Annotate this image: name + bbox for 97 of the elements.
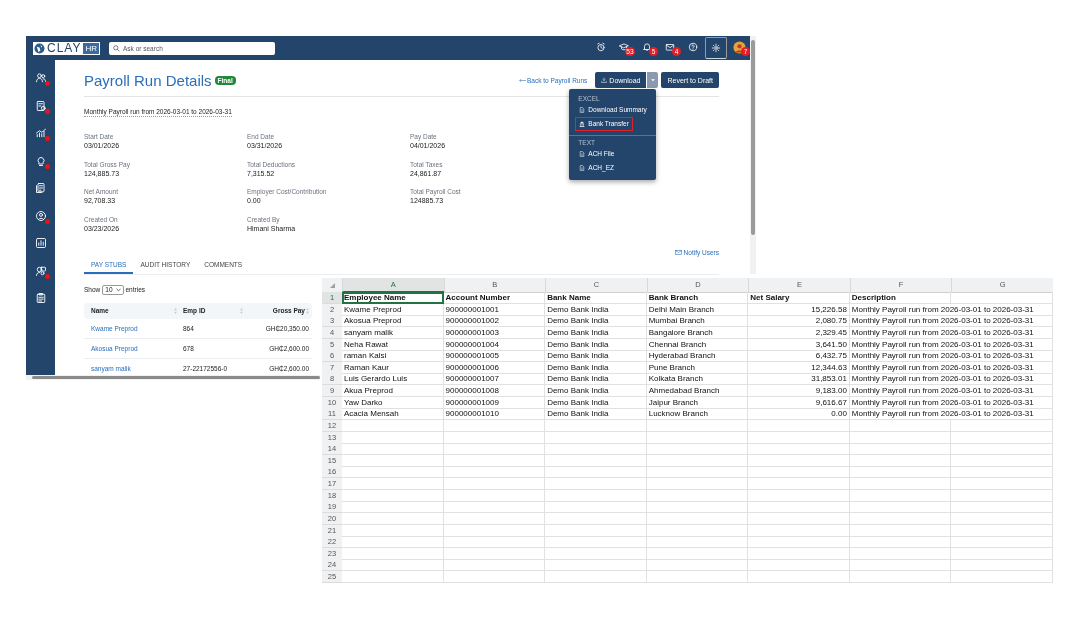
sheet-cell: Kolkata Branch: [646, 373, 749, 386]
sheet-cell: 900000001008: [443, 385, 546, 397]
mail-icon: [665, 42, 675, 52]
clipboard-icon: [34, 292, 47, 304]
sheet-cell: Akosua Preprod: [342, 315, 444, 328]
sheet-cell: 900000001009: [443, 396, 546, 409]
arrow-left-icon: [519, 77, 526, 83]
chart-icon: [34, 127, 47, 139]
sheet-cell: Net Salary: [748, 292, 850, 304]
sheet-cell: 15,226.58: [748, 303, 850, 316]
sheet-cell: Hyderabad Branch: [646, 350, 749, 363]
sheet-cell: Demo Bank India: [545, 408, 647, 421]
help-icon: [688, 42, 698, 52]
sheet-cell: Mumbai Branch: [646, 315, 749, 328]
people-icon: [34, 72, 47, 84]
dropdown-toggle[interactable]: [647, 72, 659, 88]
sheet-cell: Monthly Payroll run from 2026-03-01 to 2026-03-31: [849, 338, 1053, 351]
sheet-cell: 2,080.75: [748, 315, 850, 328]
sheet-cell: Kwame Preprod: [342, 303, 444, 316]
sheet-cell: Demo Bank India: [545, 338, 647, 351]
settings-icon: [711, 43, 721, 53]
sheet-cell: 9,616.67: [748, 396, 850, 409]
bank-icon: [579, 121, 586, 127]
sheet-cell: 900000001005: [443, 350, 546, 363]
sheet-cell: Description: [849, 292, 952, 304]
sheet-cell: 31,853.01: [748, 373, 850, 386]
sheet-cell: 900000001003: [443, 326, 546, 339]
sheet-cell: Monthly Payroll run from 2026-03-01 to 2026-03-31: [849, 373, 1053, 386]
sheet-cell: Akua Preprod: [342, 385, 444, 397]
user-circle-icon: [34, 209, 47, 222]
sheet-cell: 900000001006: [443, 361, 546, 374]
download-icon: [601, 77, 608, 83]
logo[interactable]: CLAY HR: [33, 41, 101, 55]
sheet-cell: Monthly Payroll run from 2026-03-01 to 2026-03-31: [849, 350, 1053, 363]
sheet-cell: Acacia Mensah: [342, 408, 444, 421]
file-icon: [579, 151, 586, 157]
sheet-cell: Jaipur Branch: [646, 396, 749, 409]
sheet-cell: 3,641.50: [748, 338, 850, 351]
sheet-cell: Demo Bank India: [545, 315, 647, 328]
file-icon: [579, 165, 586, 171]
caret-icon: [651, 78, 655, 82]
sheet-cell: Monthly Payroll run from 2026-03-01 to 2026-03-31: [849, 326, 1053, 339]
sheet-cell: Monthly Payroll run from 2026-03-01 to 2026-03-31: [849, 361, 1053, 374]
sheet-cell: Monthly Payroll run from 2026-03-01 to 2026-03-31: [849, 408, 1053, 421]
report-icon: [34, 99, 47, 112]
sheet-cell: Demo Bank India: [545, 373, 647, 386]
sheet-cell: Monthly Payroll run from 2026-03-01 to 2026-03-31: [849, 315, 1053, 328]
page-title: Payroll Run Details: [84, 71, 212, 89]
sheet-cell: Monthly Payroll run from 2026-03-01 to 2026-03-31: [849, 303, 1053, 316]
chevron-down-icon: [115, 287, 121, 292]
sheet-cell: Raman Kaur: [342, 361, 444, 374]
sheet-cell: Employee Name: [342, 292, 444, 304]
sheet-cell: Neha Rawat: [342, 338, 444, 351]
sheet-cell: Bangalore Branch: [646, 326, 749, 339]
sheet-cell: Chennai Branch: [646, 338, 749, 351]
sheet-cell: Bank Branch: [646, 292, 749, 304]
settings-button[interactable]: [705, 37, 727, 59]
sheet-cell: 2,329.45: [748, 326, 850, 339]
documents-icon: [34, 182, 47, 194]
sheet-cell: Delhi Main Branch: [646, 303, 749, 316]
envelope-icon: [674, 249, 682, 255]
lightbulb-icon: [34, 154, 47, 167]
horizontal-scrollbar[interactable]: [26, 375, 320, 380]
sheet-cell: 0.00: [748, 408, 850, 421]
sheet-cell: raman Kalsi: [342, 350, 444, 363]
sheet-cell: 12,344.63: [748, 361, 850, 374]
sheet-cell: Demo Bank India: [545, 303, 647, 316]
sheet-cell: sanyam malik: [342, 326, 444, 339]
file-icon: [579, 107, 586, 113]
sheet-cell: 900000001001: [443, 303, 546, 316]
alarm-clock-icon: [596, 42, 606, 52]
sheet-cell: Lucknow Branch: [646, 408, 749, 421]
sheet-cell: 900000001010: [443, 408, 546, 421]
team-settings-icon: [34, 264, 47, 277]
sheet-cell: Monthly Payroll run from 2026-03-01 to 2026-03-31: [849, 396, 1053, 409]
sheet-cell: Luis Gerardo Luis: [342, 373, 444, 386]
sheet-cell: Demo Bank India: [545, 396, 647, 409]
search-icon: [113, 44, 121, 52]
bell-icon: [642, 42, 652, 52]
sheet-cell: 900000001007: [443, 373, 546, 386]
sheet-cell: Demo Bank India: [545, 385, 647, 397]
sheet-cell: Yaw Darko: [342, 396, 444, 409]
sheet-cell: Ahmedabad Branch: [646, 385, 749, 397]
sheet-cell: Demo Bank India: [545, 361, 647, 374]
sheet-cell: 6,432.75: [748, 350, 850, 363]
sheet-cell: Demo Bank India: [545, 326, 647, 339]
globe-logo-icon: [34, 42, 45, 54]
bar-chart-icon: [34, 237, 47, 249]
sheet-cell: Monthly Payroll run from 2026-03-01 to 2026-03-31: [849, 385, 1053, 397]
vertical-scrollbar[interactable]: [750, 36, 756, 274]
sheet-cell: Account Number: [443, 292, 546, 304]
sheet-cell: Pune Branch: [646, 361, 749, 374]
sheet-cell: 9,183.00: [748, 385, 850, 397]
sheet-cell: 900000001002: [443, 315, 546, 328]
sheet-cell: Bank Name: [545, 292, 647, 304]
sheet-cell: 900000001004: [443, 338, 546, 351]
sheet-cell: Demo Bank India: [545, 350, 647, 363]
